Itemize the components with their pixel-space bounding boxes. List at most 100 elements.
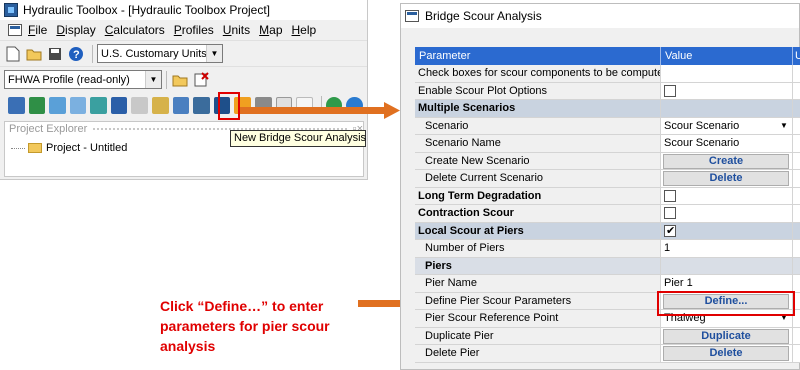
parameter-label: Contraction Scour xyxy=(415,205,661,222)
grid-row-delete-pier: Delete Pier Delete xyxy=(415,345,800,363)
units-select[interactable]: U.S. Customary Units ▼ xyxy=(97,44,223,63)
menu-item-units[interactable]: Units xyxy=(223,23,250,37)
scenario-name-field[interactable]: Scour Scenario xyxy=(661,135,793,152)
save-icon[interactable] xyxy=(46,45,64,63)
grid-row-enable-scour-plot-options: Enable Scour Plot Options xyxy=(415,82,800,100)
weir-calculator-icon[interactable] xyxy=(28,96,46,114)
app-icon xyxy=(4,3,18,17)
culvert-icon[interactable] xyxy=(90,96,107,114)
units-cell xyxy=(793,170,800,187)
parameter-label: Local Scour at Piers xyxy=(415,222,661,239)
chevron-down-icon[interactable]: ▼ xyxy=(206,45,222,62)
define-button-highlight xyxy=(657,291,795,316)
duplicate-pier-button[interactable]: Duplicate xyxy=(663,328,789,344)
help-icon[interactable]: ? xyxy=(67,45,85,63)
pier-name-field[interactable]: Pier 1 xyxy=(661,275,793,292)
parameter-label: Delete Current Scenario xyxy=(415,170,661,187)
value-cell xyxy=(661,205,793,222)
profile-select[interactable]: FHWA Profile (read-only) ▼ xyxy=(4,70,162,89)
grid-row-scenario: Scenario Scour Scenario ▼ xyxy=(415,117,800,135)
units-cell xyxy=(793,100,800,117)
parameter-label: Check boxes for scour components to be c… xyxy=(415,65,661,82)
grid-row-create-new-scenario: Create New Scenario Create xyxy=(415,152,800,170)
tree-item-label: Project - Untitled xyxy=(46,142,128,154)
scenario-select[interactable]: Scour Scenario ▼ xyxy=(661,117,793,134)
tree-connector xyxy=(11,147,25,149)
value-cell: Delete xyxy=(661,345,793,362)
units-cell xyxy=(793,205,800,222)
grid-header: Parameter Value U xyxy=(415,47,800,65)
grid-row-number-of-piers: Number of Piers 1 xyxy=(415,240,800,258)
grid-row-local-scour-at-piers: Local Scour at Piers xyxy=(415,222,800,240)
grid-row-delete-current-scenario: Delete Current Scenario Delete xyxy=(415,170,800,188)
parameter-label: Scenario xyxy=(415,117,661,134)
energy-dissipator-icon[interactable] xyxy=(172,96,190,114)
window-title: Hydraulic Toolbox - [Hydraulic Toolbox P… xyxy=(23,3,271,17)
checkbox[interactable] xyxy=(664,189,676,202)
parameter-label: Define Pier Scour Parameters xyxy=(415,292,661,309)
toolbar-separator xyxy=(166,70,167,89)
toolbar-highlight-box xyxy=(218,92,240,120)
value-cell xyxy=(661,257,793,274)
value-cell: Create xyxy=(661,152,793,169)
gutter-flow-icon[interactable] xyxy=(69,96,87,114)
grid-row-contraction-scour: Contraction Scour xyxy=(415,205,800,223)
open-profile-icon[interactable] xyxy=(171,71,189,89)
hydraulic-toolbox-window: Hydraulic Toolbox - [Hydraulic Toolbox P… xyxy=(0,0,368,180)
bridge-hydraulics-icon[interactable] xyxy=(193,96,210,114)
instruction-caption: Click “Define…” to enter parameters for … xyxy=(160,298,330,354)
parameter-label: Pier Scour Reference Point xyxy=(415,310,661,327)
parameter-label: Delete Pier xyxy=(415,345,661,362)
column-header-parameter: Parameter xyxy=(415,47,661,65)
chevron-down-icon[interactable]: ▼ xyxy=(777,119,791,133)
document-icon[interactable] xyxy=(8,24,22,36)
rational-method-icon[interactable] xyxy=(110,96,128,114)
units-cell xyxy=(793,117,800,134)
menu-item-help[interactable]: Help xyxy=(292,23,317,37)
dialog-icon xyxy=(405,10,419,22)
chevron-down-icon[interactable]: ▼ xyxy=(145,71,161,88)
parameter-label: Number of Piers xyxy=(415,240,661,257)
toolbar-separator xyxy=(92,44,93,63)
menu-item-profiles[interactable]: Profiles xyxy=(174,23,214,37)
open-folder-icon[interactable] xyxy=(25,45,43,63)
curb-inlet-icon[interactable] xyxy=(49,96,66,114)
grid-row-multiple-scenarios: Multiple Scenarios xyxy=(415,100,800,118)
value-cell: Duplicate xyxy=(661,327,793,344)
dialog-title-bar: Bridge Scour Analysis xyxy=(401,4,799,28)
arrow-to-dialog xyxy=(240,102,400,119)
menu-bar: File Display Calculators Profiles Units Map He… xyxy=(0,20,367,40)
new-file-icon[interactable] xyxy=(4,45,22,63)
channel-calculator-icon[interactable] xyxy=(8,96,25,114)
delete-pier-button[interactable]: Delete xyxy=(663,346,789,361)
parameter-label: Pier Name xyxy=(415,275,661,292)
units-cell xyxy=(793,152,800,169)
units-cell xyxy=(793,187,800,204)
units-cell xyxy=(793,275,800,292)
units-cell xyxy=(793,327,800,344)
menu-item-display[interactable]: Display xyxy=(56,23,95,37)
riprap-icon[interactable] xyxy=(152,96,169,114)
tooltip: New Bridge Scour Analysis xyxy=(230,130,366,147)
menu-item-calculators[interactable]: Calculators xyxy=(105,23,165,37)
value-cell xyxy=(661,222,793,239)
checkbox[interactable] xyxy=(664,223,676,239)
checkbox[interactable] xyxy=(664,84,676,97)
units-select-value: U.S. Customary Units xyxy=(101,47,207,60)
delete-profile-icon[interactable] xyxy=(192,71,210,89)
folder-icon xyxy=(28,143,42,153)
delete-current-scenario-button[interactable]: Delete xyxy=(663,171,789,186)
menu-item-map[interactable]: Map xyxy=(259,23,282,37)
hydrograph-icon[interactable] xyxy=(131,96,149,114)
number-of-piers-field[interactable]: 1 xyxy=(661,240,793,257)
svg-text:?: ? xyxy=(73,49,80,61)
grid-row-check-boxes-for-scour-components-to-be-computed: Check boxes for scour components to be c… xyxy=(415,65,800,83)
grid-row-duplicate-pier: Duplicate Pier Duplicate xyxy=(415,327,800,345)
grid-row-long-term-degradation: Long Term Degradation xyxy=(415,187,800,205)
create-new-scenario-button[interactable]: Create xyxy=(663,153,789,169)
checkbox[interactable] xyxy=(664,207,676,219)
units-cell xyxy=(793,240,800,257)
units-cell xyxy=(793,65,800,82)
menu-item-file[interactable]: File xyxy=(28,23,47,37)
units-cell xyxy=(793,345,800,362)
